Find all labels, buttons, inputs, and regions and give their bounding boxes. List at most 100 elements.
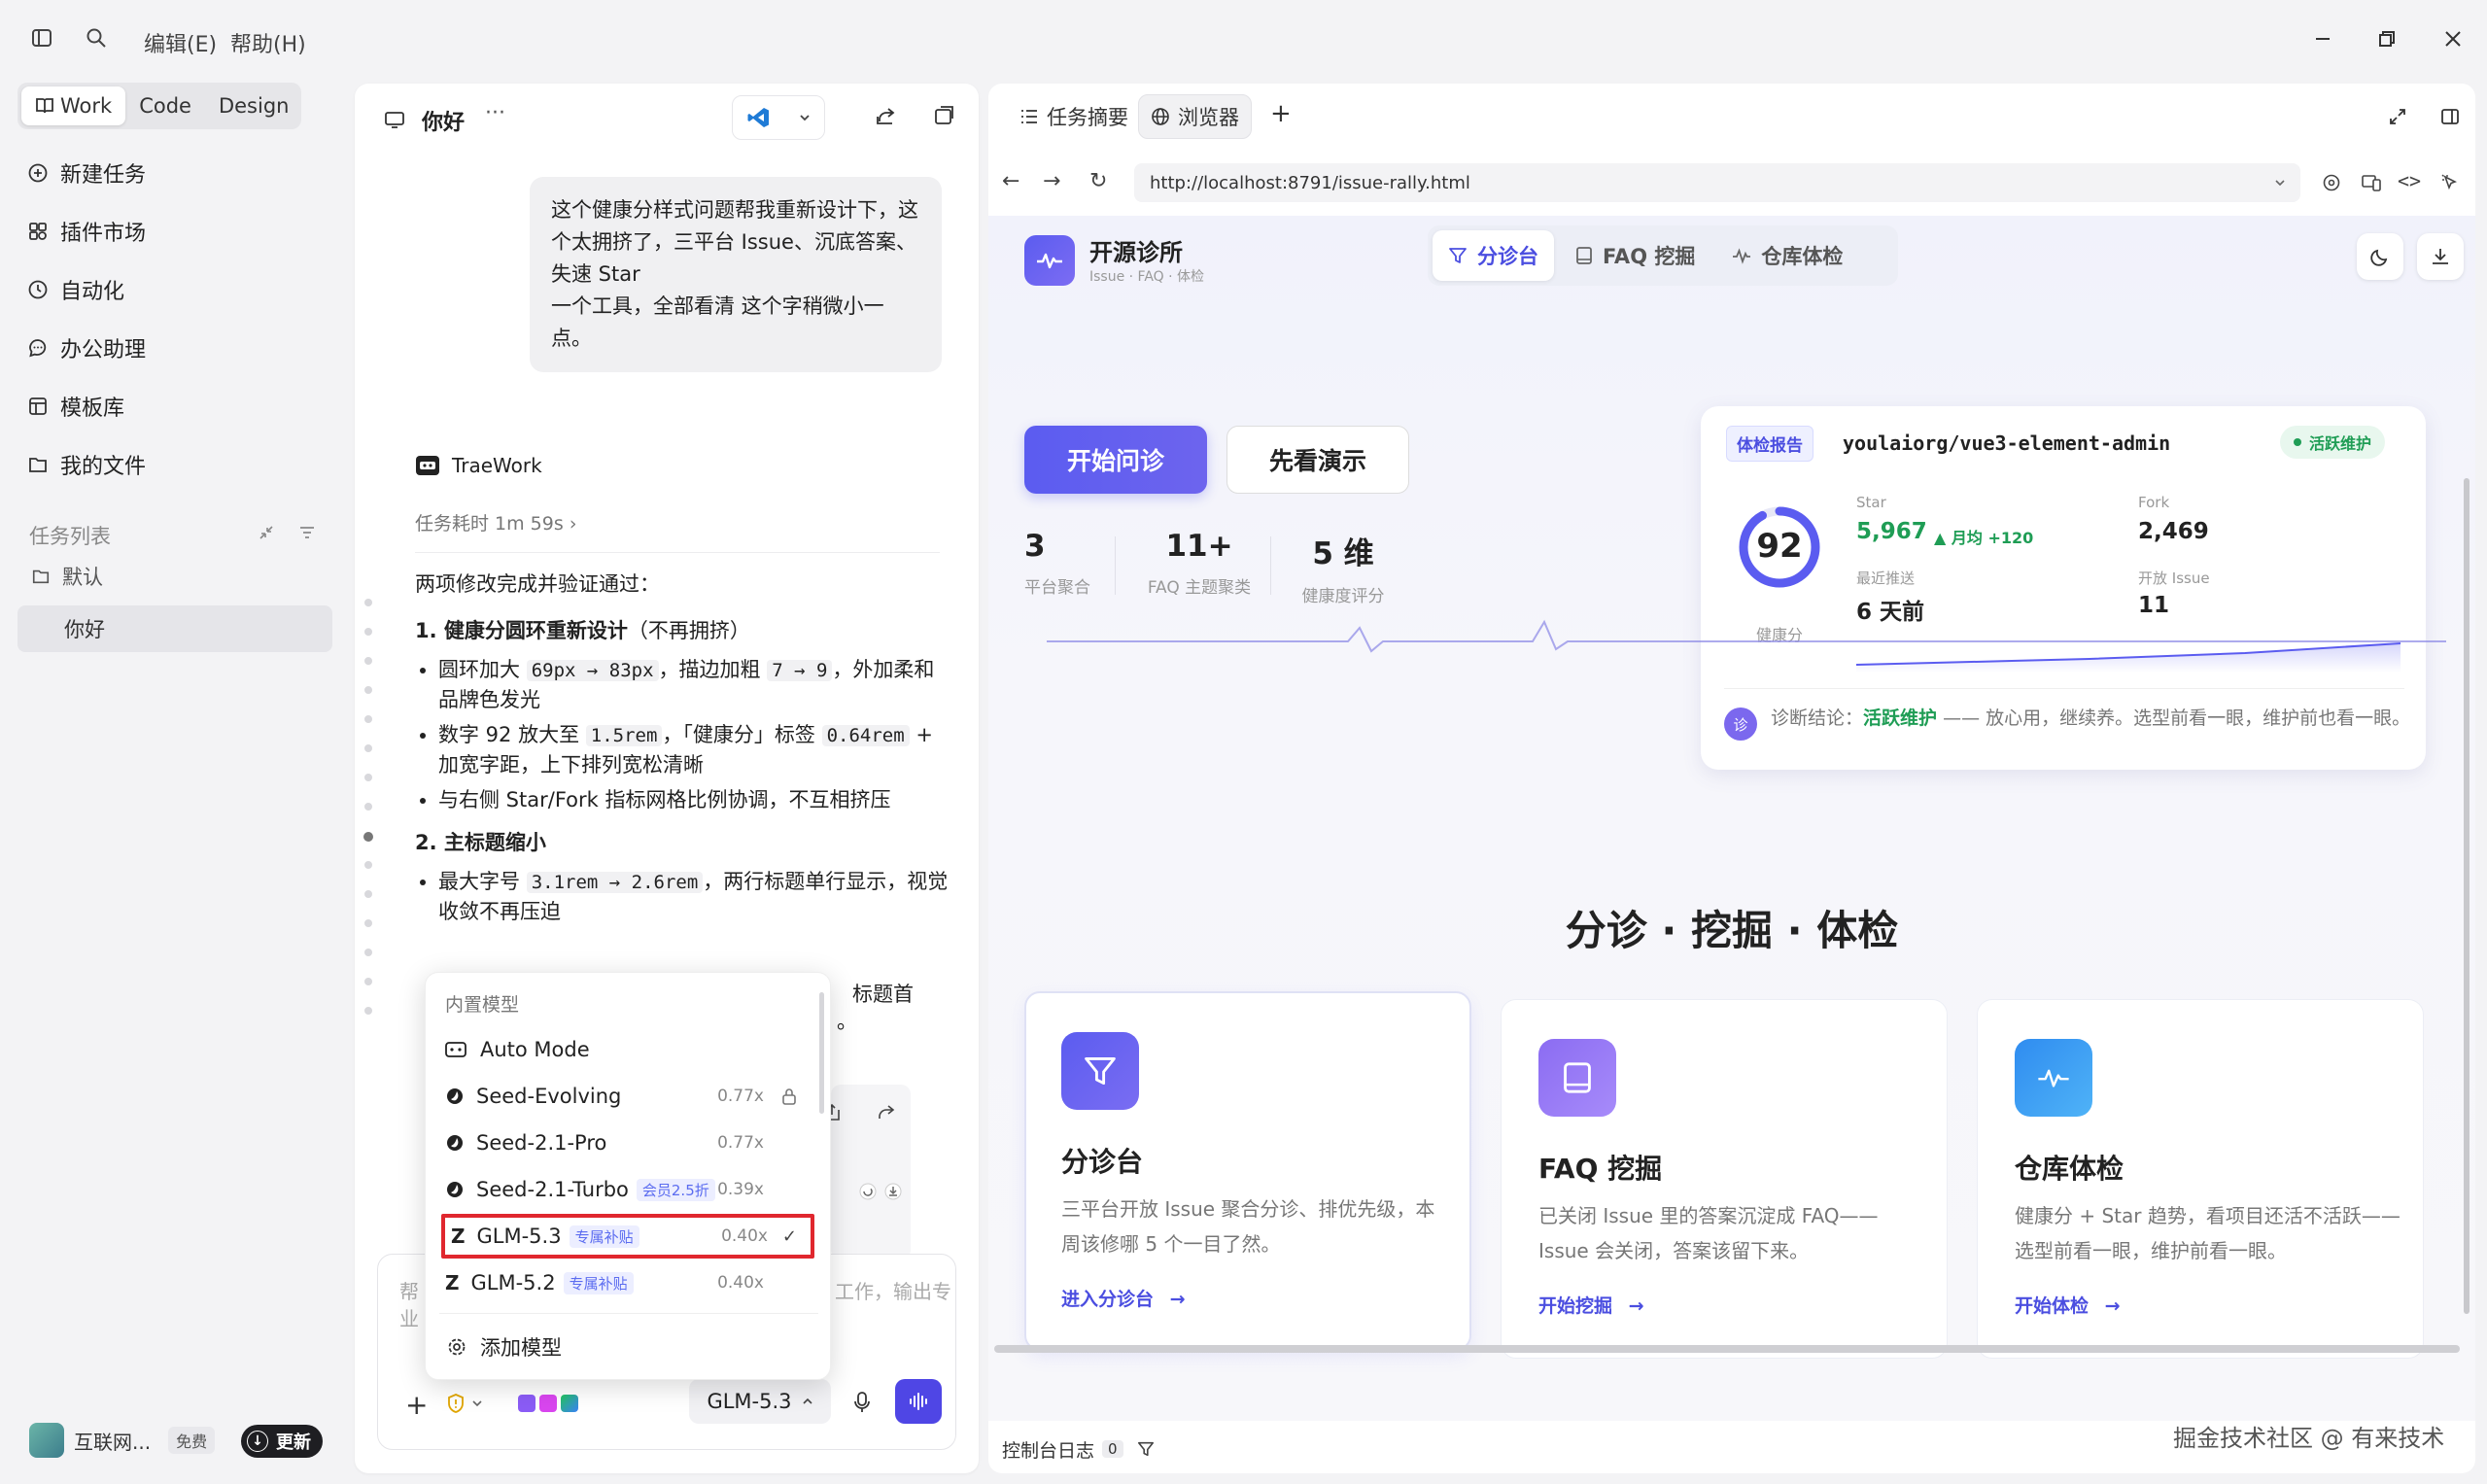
- permission-selector[interactable]: [446, 1393, 483, 1414]
- download-icon[interactable]: [883, 1182, 903, 1201]
- user-message-text: 这个健康分样式问题帮我重新设计下，这个太拥挤了，三平台 Issue、沉底答案、失…: [551, 198, 918, 350]
- download-button[interactable]: [2417, 233, 2464, 280]
- model-option-glm-52[interactable]: Z GLM-5.2 专属补贴 0.40x: [439, 1260, 809, 1305]
- more-options-icon[interactable]: ···: [485, 101, 505, 125]
- back-icon[interactable]: ←: [1002, 169, 1019, 193]
- inspect-icon[interactable]: [2322, 173, 2341, 192]
- model-option-seed-turbo[interactable]: Seed-2.1-Turbo 会员2.5折 0.39x: [439, 1167, 809, 1212]
- filter-icon: [1061, 1032, 1139, 1110]
- web-tool-icon: [561, 1395, 578, 1412]
- collapse-icon[interactable]: [257, 523, 276, 542]
- tab-task-summary[interactable]: 任务摘要: [1008, 94, 1140, 139]
- code-icon[interactable]: <>: [2398, 169, 2421, 192]
- fork-label: Fork: [2138, 494, 2170, 511]
- add-attachment-icon[interactable]: +: [405, 1389, 428, 1421]
- push-label: 最近推送: [1856, 569, 1916, 587]
- feature-card-faq[interactable]: FAQ 挖掘 已关闭 Issue 里的答案沉淀成 FAQ——Issue 会关闭，…: [1501, 999, 1948, 1359]
- nav-office-assistant[interactable]: 办公助理: [27, 323, 146, 373]
- start-consult-button[interactable]: 开始问诊: [1024, 426, 1207, 494]
- search-icon[interactable]: [86, 27, 107, 49]
- heartbeat-line: [1047, 619, 2446, 653]
- diagnosis-text: 诊断结论：活跃维护 —— 放心用，继续养。选型前看一眼，维护前也看一眼。: [1771, 704, 2412, 734]
- page-scrollbar[interactable]: [2464, 478, 2470, 1314]
- model-option-seed-pro[interactable]: Seed-2.1-Pro 0.77x: [439, 1121, 809, 1165]
- model-option-auto[interactable]: Auto Mode: [439, 1027, 809, 1072]
- watch-demo-button[interactable]: 先看演示: [1226, 426, 1409, 494]
- model-option-price: 0.40x: [721, 1226, 768, 1246]
- new-window-icon[interactable]: [933, 105, 954, 126]
- expand-icon[interactable]: [2388, 107, 2407, 126]
- issue-label: 开放 Issue: [2138, 569, 2210, 587]
- site-logo[interactable]: [1024, 235, 1075, 286]
- pulse-icon: [1733, 248, 1751, 264]
- nav-template-library[interactable]: 模板库: [27, 381, 124, 431]
- tool-icons[interactable]: [518, 1395, 578, 1412]
- filter-icon: [1137, 1441, 1154, 1457]
- refresh-icon[interactable]: [858, 1182, 878, 1201]
- feature-link[interactable]: 进入分诊台 →: [1061, 1285, 1186, 1311]
- chat-title: 你好: [422, 111, 466, 135]
- restore-icon[interactable]: [2377, 29, 2397, 49]
- feature-link[interactable]: 开始挖掘 →: [1538, 1292, 1644, 1318]
- minimize-icon[interactable]: [2313, 29, 2332, 49]
- reload-icon[interactable]: ↻: [1089, 169, 1107, 193]
- open-in-editor-button[interactable]: [732, 95, 825, 140]
- star-delta: ▲ 月均 +120: [1934, 529, 2034, 547]
- account-bar[interactable]: 互联网... 免费: [29, 1423, 216, 1458]
- url-bar[interactable]: http://localhost:8791/issue-rally.html: [1134, 163, 2300, 202]
- pointer-icon[interactable]: [2440, 173, 2460, 192]
- model-option-seed-evolving[interactable]: Seed-Evolving 0.77x: [439, 1074, 809, 1119]
- horizontal-scrollbar[interactable]: [994, 1345, 2460, 1353]
- menu-edit[interactable]: 编辑(E): [144, 27, 217, 58]
- section-1-title: 1. 健康分圆环重新设计: [415, 619, 628, 642]
- book-icon: [1576, 247, 1592, 264]
- add-model-button[interactable]: 添加模型: [439, 1325, 809, 1369]
- update-button[interactable]: ↓ 更新: [241, 1425, 323, 1458]
- glm-icon: Z: [445, 1271, 460, 1294]
- console-toggle[interactable]: 控制台日志 0: [1002, 1425, 1155, 1473]
- message-timeline: [363, 599, 374, 1055]
- tab-task-summary-label: 任务摘要: [1047, 106, 1128, 129]
- nav-automation[interactable]: 自动化: [27, 264, 124, 315]
- nav-plugin-market[interactable]: 插件市场: [27, 206, 146, 257]
- split-view-icon[interactable]: [2440, 107, 2460, 126]
- scrollbar[interactable]: [819, 992, 824, 1114]
- feature-link[interactable]: 开始体检 →: [2015, 1292, 2121, 1318]
- dark-mode-button[interactable]: [2357, 233, 2403, 280]
- menu-help[interactable]: 帮助(H): [230, 27, 306, 58]
- chevron-down-icon: [799, 115, 810, 121]
- microphone-icon[interactable]: [852, 1391, 872, 1414]
- tab-browser[interactable]: 浏览器: [1138, 94, 1252, 139]
- voice-send-button[interactable]: [895, 1379, 942, 1424]
- nav-new-task[interactable]: 新建任务: [27, 148, 146, 198]
- task-item-current[interactable]: 你好: [17, 605, 332, 652]
- close-icon[interactable]: [2443, 29, 2463, 49]
- list-item: 圆环加大 69px → 83px，描边加粗 7 → 9，外加柔和品牌色发光: [438, 655, 950, 714]
- clock-icon: [28, 280, 48, 299]
- sidebar-toggle-icon[interactable]: [31, 27, 52, 49]
- forward-icon[interactable]: →: [1043, 169, 1060, 193]
- checkmark-icon: ✓: [781, 1225, 797, 1247]
- model-selector-button[interactable]: GLM-5.3: [689, 1379, 831, 1424]
- lock-icon: [782, 1088, 796, 1105]
- traework-logo-icon: [416, 456, 439, 475]
- task-folder-default[interactable]: 默认: [31, 562, 103, 591]
- task-duration[interactable]: 任务耗时 1m 59s ›: [415, 509, 576, 535]
- site-nav-triage[interactable]: 分诊台: [1433, 230, 1554, 281]
- feature-card-triage[interactable]: 分诊台 三平台开放 Issue 聚合分诊、排优先级，本周该修哪 5 个一目了然。…: [1024, 991, 1471, 1351]
- model-option-price: 0.39x: [717, 1180, 764, 1199]
- nav-my-files[interactable]: 我的文件: [27, 439, 146, 490]
- mode-tab-work[interactable]: Work: [21, 86, 126, 125]
- model-option-glm-53-selected[interactable]: Z GLM-5.3 专属补贴 0.40x ✓: [441, 1214, 814, 1259]
- share-icon[interactable]: [875, 105, 896, 126]
- site-nav-health[interactable]: 仓库体检: [1716, 230, 1858, 281]
- device-icon[interactable]: [2361, 173, 2382, 192]
- share-icon[interactable]: [875, 1102, 896, 1123]
- mode-tab-code[interactable]: Code: [125, 86, 205, 125]
- filter-icon[interactable]: [297, 523, 317, 542]
- new-tab-button[interactable]: +: [1270, 99, 1292, 128]
- site-nav-faq[interactable]: FAQ 挖掘: [1560, 230, 1710, 281]
- feature-card-health[interactable]: 仓库体检 健康分 + Star 趋势，看项目还活不活跃——选型前看一眼，维护前看…: [1977, 999, 2424, 1359]
- mode-tab-design[interactable]: Design: [205, 86, 303, 125]
- health-score-value: 92: [1756, 527, 1803, 566]
